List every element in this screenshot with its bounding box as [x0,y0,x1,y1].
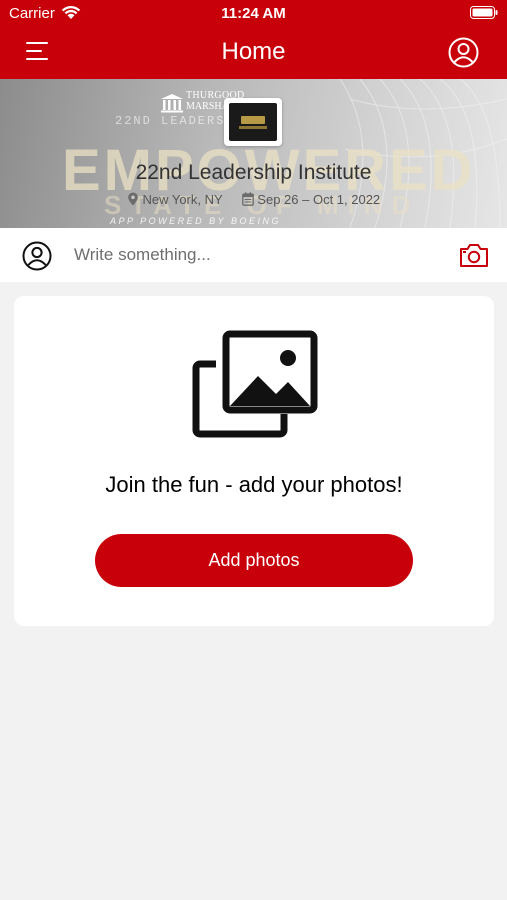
camera-icon[interactable] [459,242,489,268]
event-location: New York, NY [142,192,223,207]
event-title: 22nd Leadership Institute [135,161,372,184]
photos-card: Join the fun - add your photos! Add phot… [14,296,494,626]
powered-by-label: APP POWERED BY BOEING [110,216,282,226]
navigation-bar: Home [0,28,507,79]
building-columns-icon [161,94,183,113]
profile-icon[interactable] [448,37,479,68]
photos-empty-message: Join the fun - add your photos! [105,472,403,497]
status-time: 11:24 AM [221,5,286,22]
status-bar: Carrier 11:24 AM [0,0,507,28]
calendar-icon [241,192,254,206]
page-title: Home [221,38,286,65]
location-pin-icon [128,192,138,206]
post-composer [0,228,507,282]
post-input[interactable] [74,244,434,266]
event-banner[interactable]: THURGOOD MARSHALL 22ND LEADERSHIP EMPOWE… [0,79,507,228]
user-avatar-icon [22,241,52,271]
event-logo-thumbnail [224,98,282,146]
photo-gallery-icon [192,330,318,438]
event-meta: New York, NY Sep 26 – Oct 1, 2022 [0,192,507,207]
app-header: Carrier 11:24 AM Home [0,0,507,79]
battery-icon [470,6,498,19]
add-photos-button[interactable]: Add photos [95,534,413,587]
event-dates: Sep 26 – Oct 1, 2022 [257,192,381,207]
